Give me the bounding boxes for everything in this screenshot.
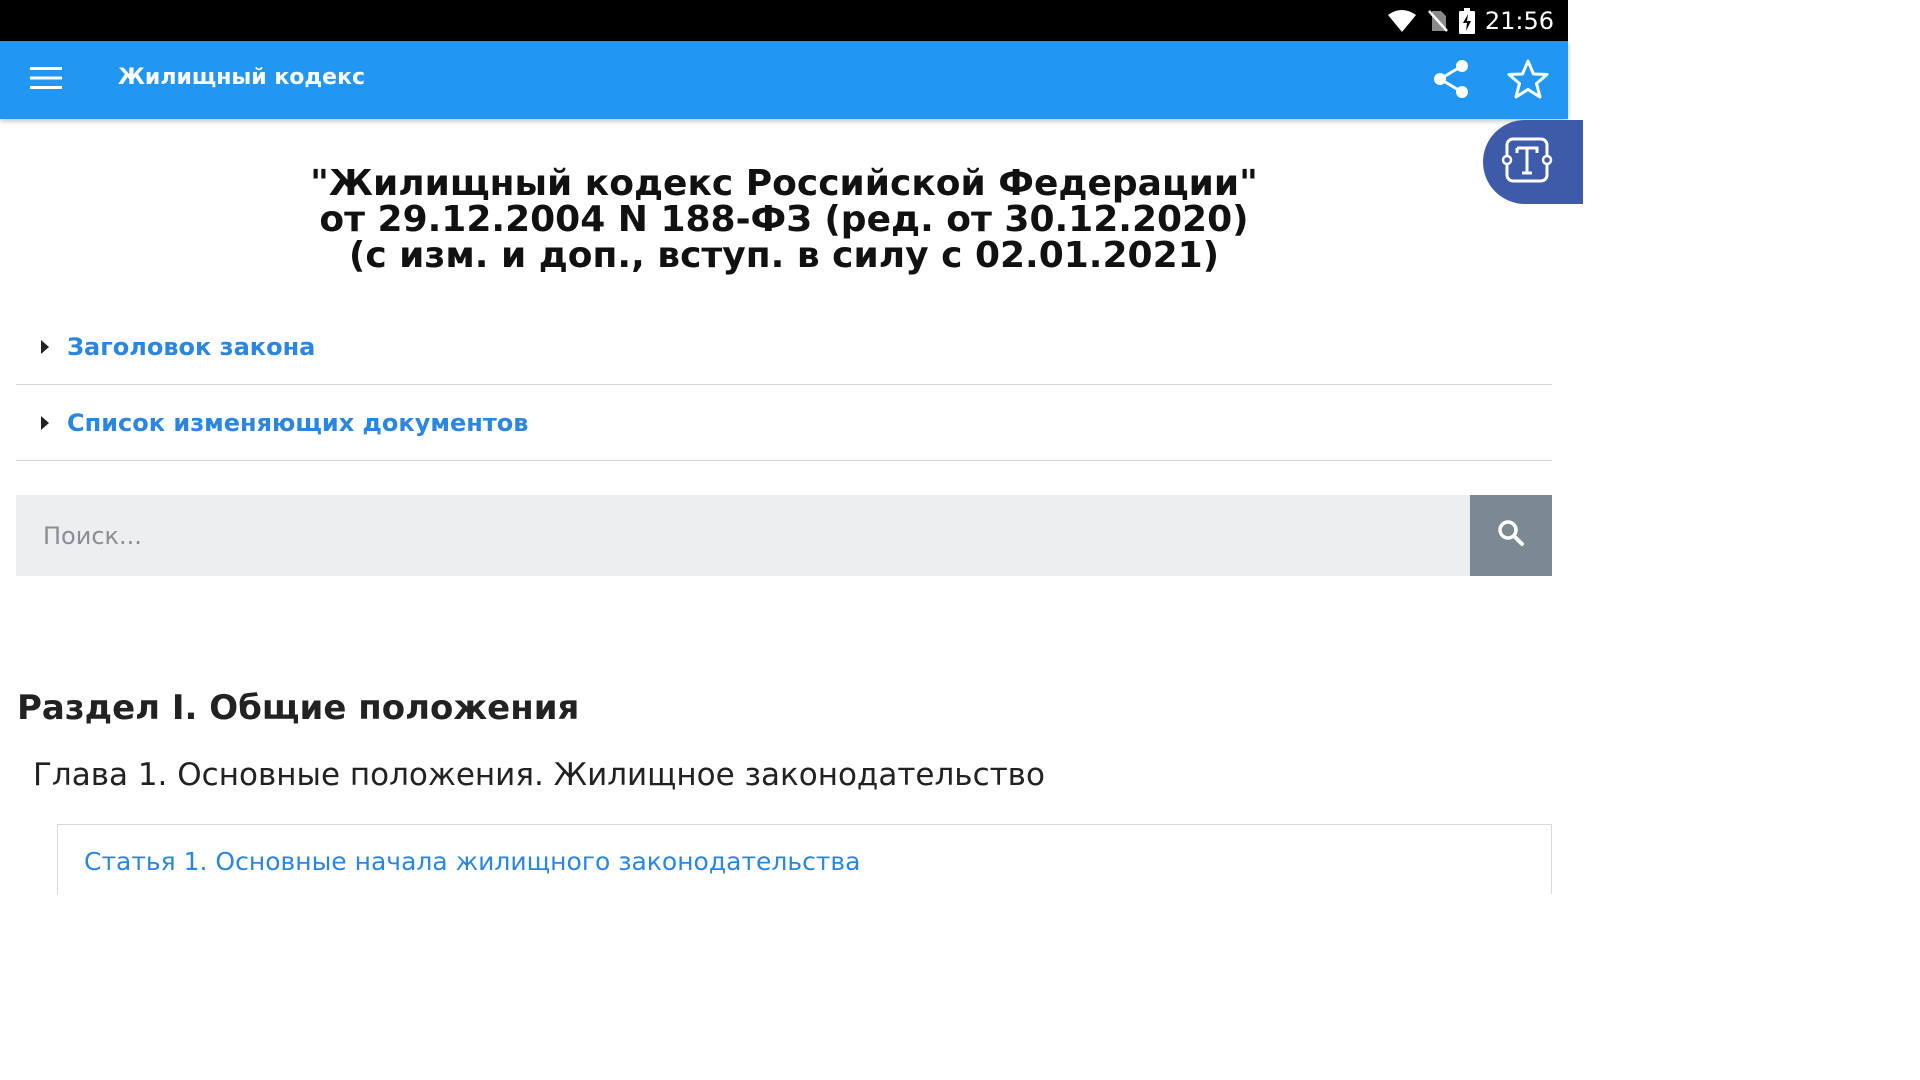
document-title: "Жилищный кодекс Российской Федерации" о… (0, 166, 1568, 274)
menu-icon (30, 66, 62, 95)
chapter-heading: Глава 1. Основные положения. Жилищное за… (33, 757, 1045, 793)
app-title: Жилищный кодекс (118, 65, 366, 90)
collapsible-label: Заголовок закона (67, 332, 316, 361)
document-title-line: от 29.12.2004 N 188-ФЗ (ред. от 30.12.20… (319, 199, 1249, 240)
document-title-line: "Жилищный кодекс Российской Федерации" (310, 163, 1258, 204)
document-title-line: (с изм. и доп., вступ. в силу с 02.01.20… (348, 235, 1220, 276)
search-input[interactable] (16, 495, 1470, 576)
article-link[interactable]: Статья 1. Основные начала жилищного зако… (84, 847, 860, 876)
collapsible-label: Список изменяющих документов (67, 408, 529, 437)
collapsible-amending-docs[interactable]: Список изменяющих документов (16, 385, 1552, 461)
wifi-icon (1387, 9, 1417, 33)
menu-button[interactable] (22, 60, 70, 100)
caret-right-icon (41, 415, 49, 430)
article-card: Статья 1. Основные начала жилищного зако… (57, 824, 1552, 894)
share-icon (1431, 58, 1471, 105)
collapsible-law-header[interactable]: Заголовок закона (16, 309, 1552, 385)
favorite-button[interactable] (1503, 56, 1553, 106)
share-button[interactable] (1426, 56, 1476, 106)
caret-right-icon (41, 339, 49, 354)
search-icon (1497, 519, 1525, 552)
section-heading: Раздел I. Общие положения (17, 688, 580, 728)
no-sim-icon (1427, 9, 1449, 33)
star-icon (1507, 59, 1549, 104)
battery-charging-icon (1458, 7, 1475, 34)
status-bar: 21:56 (0, 0, 1568, 41)
search-bar (16, 495, 1552, 576)
search-button[interactable] (1470, 495, 1552, 576)
app-bar: Жилищный кодекс (0, 41, 1568, 119)
status-clock: 21:56 (1484, 6, 1554, 35)
